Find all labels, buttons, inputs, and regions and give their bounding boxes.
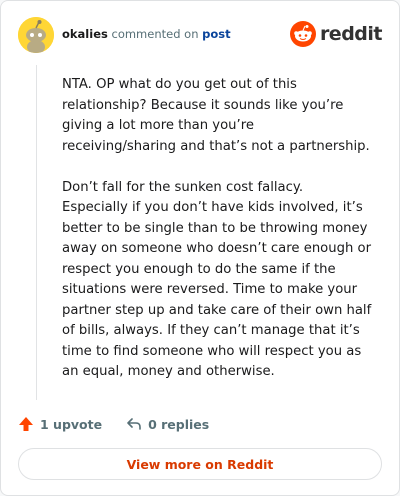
embedded-comment-card: okalies commented on post reddit NTA. OP… <box>0 0 400 496</box>
thread-line <box>36 65 37 400</box>
reply-arrow-icon <box>127 418 141 430</box>
post-link[interactable]: post <box>202 27 230 41</box>
comment-paragraph: Don’t fall for the sunken cost fallacy. … <box>62 179 372 380</box>
comment-body: NTA. OP what do you get out of this rela… <box>62 75 372 403</box>
replies-button[interactable]: 0 replies <box>126 416 209 432</box>
replies-count: 0 replies <box>148 416 210 432</box>
comment-paragraph: NTA. OP what do you get out of this rela… <box>62 77 370 154</box>
comment-action-text: commented on <box>111 27 199 41</box>
upvote-count: 1 upvote <box>40 416 103 432</box>
reddit-logo-icon <box>289 21 316 47</box>
username[interactable]: okalies <box>62 27 108 41</box>
reddit-brand[interactable]: reddit <box>289 21 383 47</box>
comment-meta: okalies commented on post <box>62 27 231 41</box>
view-more-button[interactable]: View more on Reddit <box>18 448 382 480</box>
upvote-button[interactable]: 1 upvote <box>18 416 102 432</box>
reddit-wordmark: reddit <box>319 23 383 45</box>
comment-actions: 1 upvote 0 replies <box>18 414 233 434</box>
upvote-arrow-icon <box>19 417 33 431</box>
comment-header: okalies commented on post reddit <box>18 17 383 53</box>
snoo-avatar-icon <box>18 17 54 53</box>
user-avatar[interactable] <box>18 17 54 53</box>
